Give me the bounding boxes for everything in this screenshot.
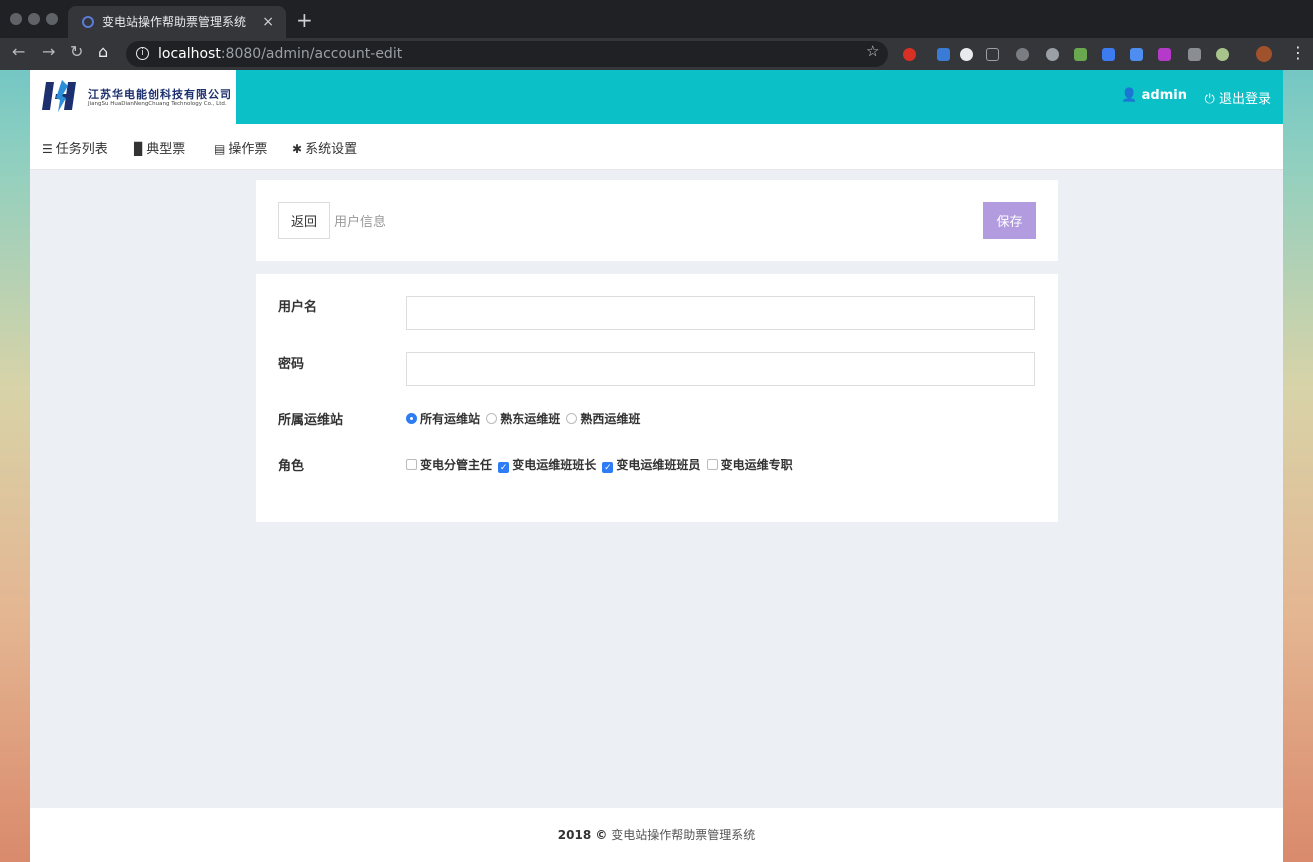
window-close-dot[interactable] <box>10 13 22 25</box>
browser-toolbar: ← → ↻ ⌂ i localhost:8080/admin/account-e… <box>0 38 1313 70</box>
nav-item-label: 典型票 <box>146 142 186 157</box>
logo[interactable]: 江苏华电能创科技有限公司 JiangSu HuaDianNengChuang T… <box>30 70 236 124</box>
nav-item-typical-ticket[interactable]: ▉ 典型票 <box>134 138 185 157</box>
station-label: 所属运维站 <box>278 413 344 428</box>
role-option-team-member[interactable]: ✓ 变电运维班班员 <box>602 456 700 473</box>
extension-icon[interactable] <box>903 48 916 61</box>
cloud-extension-icon[interactable] <box>960 48 973 61</box>
back-button[interactable]: 返回 <box>278 202 330 239</box>
role-label: 角色 <box>278 459 305 474</box>
browser-menu-icon[interactable]: ⋮ <box>1290 43 1306 62</box>
back-arrow-icon[interactable]: ← <box>12 42 25 61</box>
station-option-label: 熟东运维班 <box>500 412 561 426</box>
tab-close-icon[interactable]: × <box>262 6 274 38</box>
footer-text: 变电站操作帮助票管理系统 <box>611 828 756 842</box>
tab-title: 变电站操作帮助票管理系统 <box>102 15 247 29</box>
station-option-all[interactable]: 所有运维站 <box>406 410 480 427</box>
password-label: 密码 <box>278 357 305 372</box>
station-option-label: 熟西运维班 <box>580 412 641 426</box>
extension-icon[interactable] <box>1074 48 1087 61</box>
toolbar-card: 返回 用户信息 保存 <box>256 180 1058 261</box>
nav-item-label: 系统设置 <box>305 142 358 157</box>
power-icon: ⏻ <box>1204 92 1215 107</box>
company-logo-icon <box>42 80 76 112</box>
role-option-label: 变电运维专职 <box>720 458 793 472</box>
shield-extension-icon[interactable] <box>986 48 999 61</box>
window-minimize-dot[interactable] <box>28 13 40 25</box>
extension-icon[interactable] <box>937 48 950 61</box>
nav-item-label: 任务列表 <box>55 142 108 157</box>
dropbox-extension-icon[interactable] <box>1102 48 1115 61</box>
profile-avatar[interactable] <box>1256 46 1272 62</box>
gear-icon: ✱ <box>292 142 303 156</box>
extension-icon[interactable] <box>1188 48 1201 61</box>
logout-link[interactable]: ⏻ 退出登录 <box>1205 88 1271 107</box>
station-option-east[interactable]: 熟东运维班 <box>486 410 560 427</box>
info-icon[interactable]: i <box>136 47 149 60</box>
bookmark-star-icon[interactable]: ☆ <box>866 42 879 60</box>
nav-item-task-list[interactable]: ☰ 任务列表 <box>42 138 108 157</box>
logout-label: 退出登录 <box>1218 92 1271 107</box>
url-host: localhost <box>158 46 221 62</box>
extension-icon[interactable] <box>1046 48 1059 61</box>
radio-icon[interactable] <box>566 413 578 424</box>
role-option-specialist[interactable]: 变电运维专职 <box>706 456 793 473</box>
username-label: 用户名 <box>278 300 318 315</box>
role-option-team-leader[interactable]: ✓ 变电运维班班长 <box>498 456 596 473</box>
station-option-label: 所有运维站 <box>420 412 481 426</box>
list-icon: ☰ <box>42 142 53 156</box>
footer: 2018 © 变电站操作帮助票管理系统 <box>30 808 1283 862</box>
radio-selected-icon[interactable] <box>406 413 417 424</box>
url-path: :8080/admin/account-edit <box>220 46 403 62</box>
user-menu[interactable]: 👤 admin <box>1121 88 1187 103</box>
company-name-cn: 江苏华电能创科技有限公司 <box>88 88 232 101</box>
station-option-west[interactable]: 熟西运维班 <box>566 410 640 427</box>
browser-tabstrip: 变电站操作帮助票管理系统 × + <box>0 0 1313 38</box>
file-text-icon: ▤ <box>214 142 226 156</box>
role-checkbox-group: 变电分管主任 ✓ 变电运维班班长 ✓ 变电运维班班员 变电运维专职 <box>406 456 795 473</box>
new-tab-icon[interactable]: + <box>296 8 313 32</box>
save-button[interactable]: 保存 <box>983 202 1036 239</box>
home-icon[interactable]: ⌂ <box>98 42 108 61</box>
address-bar[interactable]: i localhost:8080/admin/account-edit <box>126 41 888 67</box>
browser-tab[interactable]: 变电站操作帮助票管理系统 × <box>68 6 286 38</box>
role-option-label: 变电运维班班长 <box>512 458 597 472</box>
checkbox-icon[interactable] <box>706 459 718 470</box>
user-icon: 👤 <box>1120 88 1138 103</box>
page-title: 用户信息 <box>334 215 387 230</box>
nav-item-label: 操作票 <box>228 142 268 157</box>
role-option-deputy-director[interactable]: 变电分管主任 <box>406 456 492 473</box>
account-form: 用户名 密码 所属运维站 所有运维站 熟东运维班 熟西运维班 角色 变电分管主任… <box>256 274 1058 522</box>
main-nav: ☰ 任务列表 ▉ 典型票 ▤ 操作票 ✱ 系统设置 <box>30 124 1283 170</box>
file-icon: ▉ <box>134 142 144 156</box>
password-input[interactable] <box>406 352 1035 386</box>
username-input[interactable] <box>406 296 1035 330</box>
nav-item-operation-ticket[interactable]: ▤ 操作票 <box>214 138 267 157</box>
gear-extension-icon[interactable] <box>1016 48 1029 61</box>
checkbox-checked-icon[interactable]: ✓ <box>498 462 510 473</box>
window-zoom-dot[interactable] <box>46 13 58 25</box>
role-option-label: 变电运维班班员 <box>616 458 701 472</box>
reload-icon[interactable]: ↻ <box>70 42 83 61</box>
role-option-label: 变电分管主任 <box>420 458 493 472</box>
footer-year: 2018 © <box>557 828 608 842</box>
station-radio-group: 所有运维站 熟东运维班 熟西运维班 <box>406 410 642 427</box>
checkbox-checked-icon[interactable]: ✓ <box>602 462 614 473</box>
app-header: 江苏华电能创科技有限公司 JiangSu HuaDianNengChuang T… <box>30 70 1283 124</box>
page: 江苏华电能创科技有限公司 JiangSu HuaDianNengChuang T… <box>30 70 1283 862</box>
extension-icon[interactable] <box>1158 48 1171 61</box>
nav-item-system-settings[interactable]: ✱ 系统设置 <box>292 138 357 157</box>
company-name-en: JiangSu HuaDianNengChuang Technology Co.… <box>88 101 227 107</box>
username-label: admin <box>1141 88 1187 103</box>
tab-favicon-icon <box>82 16 94 28</box>
radio-icon[interactable] <box>486 413 498 424</box>
checkbox-icon[interactable] <box>406 459 417 470</box>
forward-arrow-icon[interactable]: → <box>42 42 55 61</box>
extension-icon[interactable] <box>1130 48 1143 61</box>
extension-icon[interactable] <box>1216 48 1229 61</box>
